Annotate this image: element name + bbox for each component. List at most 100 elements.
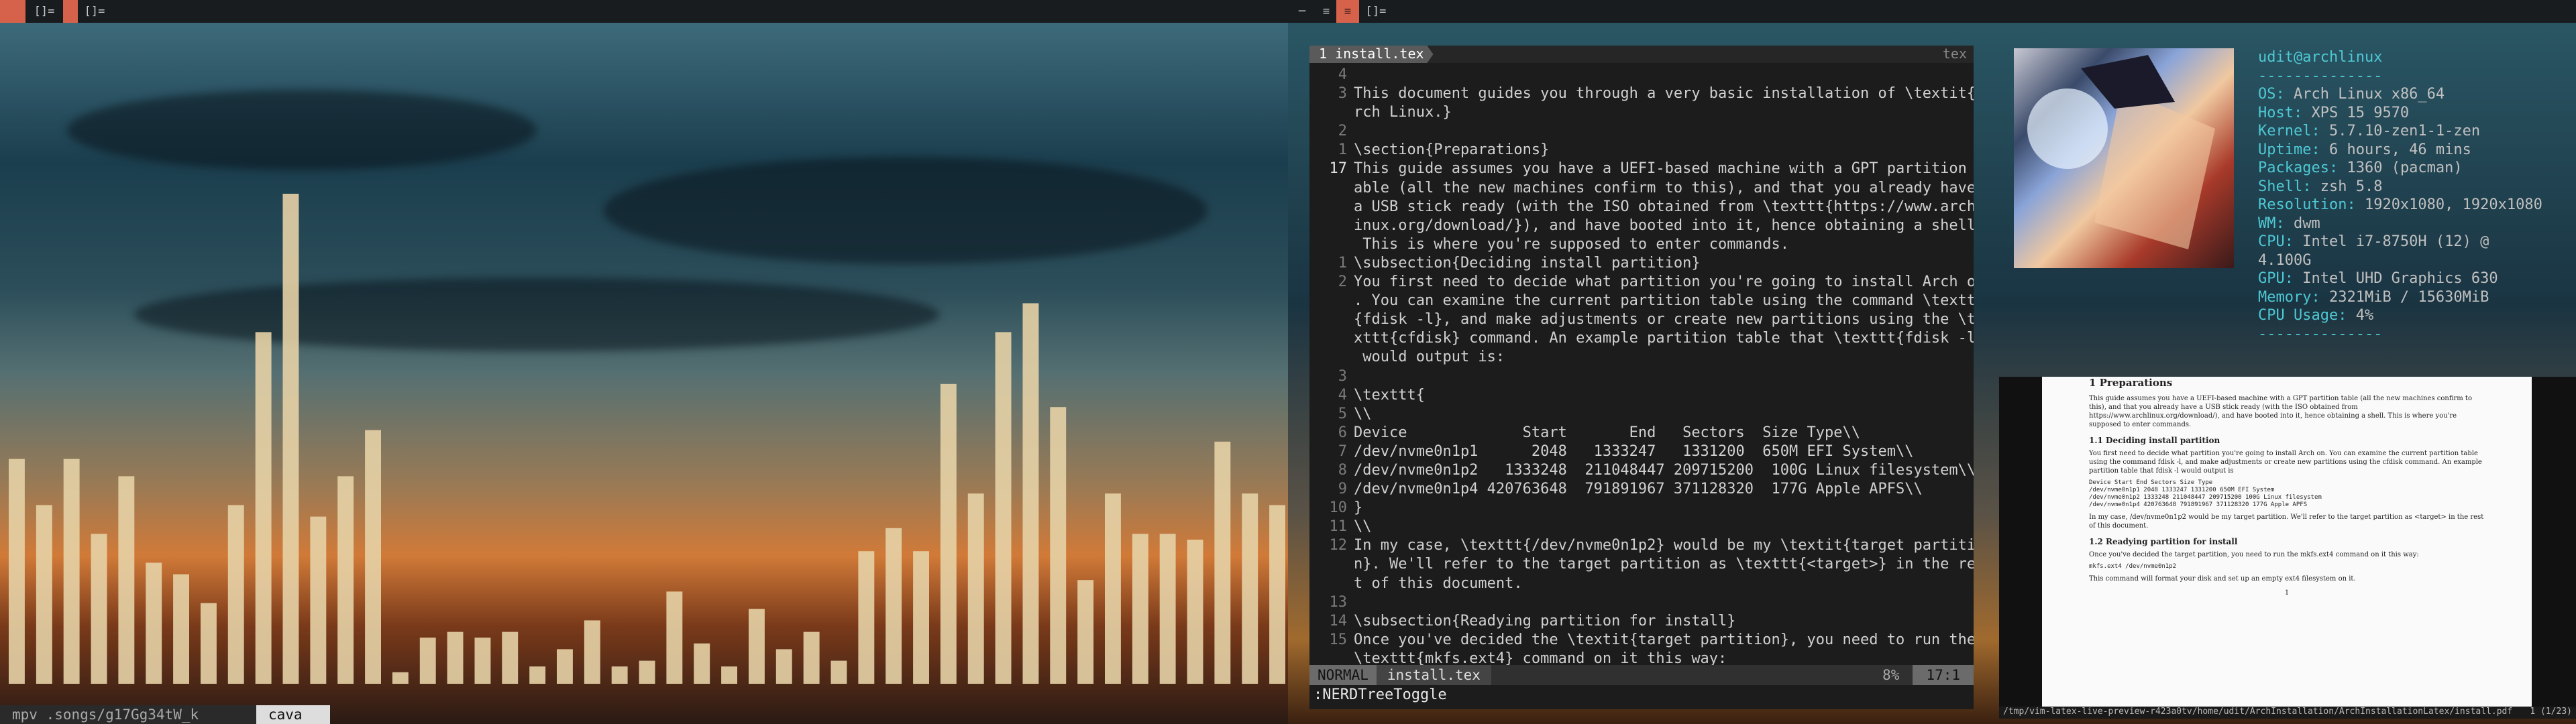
info-key: Shell: xyxy=(2258,178,2312,195)
code-line[interactable]: . You can examine the current partition … xyxy=(1309,292,1974,310)
code-line[interactable]: 2 xyxy=(1309,122,1974,141)
code-line[interactable]: 6 Device Start End Sectors Size Type\\ xyxy=(1309,424,1974,442)
cava-bar xyxy=(721,666,737,684)
cursor-position: 17:1 xyxy=(1913,665,1974,685)
tag-selected[interactable] xyxy=(63,0,78,23)
info-value: zsh 5.8 xyxy=(2320,178,2383,195)
cava-bar xyxy=(118,476,135,684)
code-line[interactable]: 7/dev/nvme0n1p1 2048 1333247 1331200 650… xyxy=(1309,442,1974,461)
cava-bar xyxy=(63,459,80,684)
code-line[interactable]: 9/dev/nvme0n1p4 420763648 791891967 3711… xyxy=(1309,480,1974,499)
info-key: Resolution: xyxy=(2258,196,2356,213)
code-line[interactable]: 2 You first need to decide what partition… xyxy=(1309,273,1974,292)
code-line[interactable]: 4 \texttt{ xyxy=(1309,386,1974,405)
code-line[interactable]: 8/dev/nvme0n1p2 1333248 211048447 209715… xyxy=(1309,461,1974,480)
tag-1[interactable]: ─ xyxy=(1288,0,1316,23)
line-text: xttt{cfdisk} command. An example partiti… xyxy=(1354,330,1974,347)
info-row: Host: XPS 15 9570 xyxy=(2258,104,2551,123)
line-number: 4 xyxy=(1338,66,1347,83)
left-dwm-bar: []= []= xyxy=(0,0,1288,23)
tag-2[interactable]: ≡ xyxy=(1316,0,1336,23)
layout-tile-indicator-2[interactable]: []= xyxy=(78,0,111,23)
line-text: inux.org/download/}), and have booted in… xyxy=(1354,217,1974,234)
code-line[interactable]: 3 This document guides you through a very… xyxy=(1309,84,1974,103)
vim-editor[interactable]: 1 install.tex tex 4 3 This document guides… xyxy=(1309,46,1974,709)
code-line[interactable]: a USB stick ready (with the ISO obtained… xyxy=(1309,198,1974,217)
code-line[interactable]: 1 \subsection{Deciding install partition} xyxy=(1309,254,1974,273)
code-area[interactable]: 4 3 This document guides you through a ver… xyxy=(1309,63,1974,668)
cava-visualizer xyxy=(9,194,1285,684)
line-number: 2 xyxy=(1338,123,1347,140)
info-row: CPU Usage: 4% xyxy=(2258,306,2551,325)
code-line[interactable]: 1 \section{Preparations} xyxy=(1309,141,1974,160)
pdf-code-2: mkfs.ext4 /dev/nvme0n1p2 xyxy=(2089,563,2177,570)
tab-install-tex[interactable]: 1 install.tex xyxy=(1309,46,1434,63)
cava-bar xyxy=(995,332,1012,684)
line-number: 3 xyxy=(1338,367,1347,385)
code-line[interactable]: able (all the new machines confirm to th… xyxy=(1309,179,1974,198)
info-key: CPU Usage: xyxy=(2258,307,2347,324)
layout-tile-indicator-right[interactable]: []= xyxy=(1359,0,1393,23)
line-number: 3 xyxy=(1338,85,1347,103)
line-number xyxy=(1309,292,1354,310)
cava-bar xyxy=(310,516,327,684)
line-text: /dev/nvme0n1p2 1333248 211048447 2097152… xyxy=(1354,461,1974,479)
info-value: 5.7.10-zen1-1-zen xyxy=(2328,123,2481,139)
info-row: CPU: Intel i7-8750H (12) @ 4.100G xyxy=(2258,233,2551,269)
code-line[interactable]: 11 \\ xyxy=(1309,518,1974,536)
cava-bar xyxy=(1214,441,1231,684)
line-text xyxy=(1354,593,1974,612)
info-row: Resolution: 1920x1080, 1920x1080 xyxy=(2258,196,2551,215)
mpv-task[interactable]: mpv .songs/g17Gg34tW_k xyxy=(0,705,256,724)
info-row: Packages: 1360 (pacman) xyxy=(2258,159,2551,178)
line-text: would output is: xyxy=(1354,349,1505,366)
code-line[interactable]: {fdisk -l}, and make adjustments or crea… xyxy=(1309,310,1974,329)
code-line[interactable]: n}. We'll refer to the target partition … xyxy=(1309,555,1974,574)
code-line[interactable]: 12 In my case, \texttt{/dev/nvme0n1p2} wo… xyxy=(1309,536,1974,555)
cava-task[interactable]: cava xyxy=(256,705,330,724)
pdf-viewer[interactable]: 1 Preparations This guide assumes you ha… xyxy=(1999,377,2576,719)
code-line[interactable]: inux.org/download/}), and have booted in… xyxy=(1309,217,1974,235)
line-text: \subsection{Readying partition for insta… xyxy=(1354,612,1736,629)
pdf-statusbar: /tmp/vim-latex-live-preview-r423a0tv/hom… xyxy=(1999,707,2576,719)
layout-menu-icon[interactable] xyxy=(0,0,25,23)
pdf-path: /tmp/vim-latex-live-preview-r423a0tv/hom… xyxy=(2003,707,2513,717)
line-text: . You can examine the current partition … xyxy=(1354,292,1974,310)
cava-bar xyxy=(803,631,820,684)
line-number: 15 xyxy=(1329,631,1348,648)
line-text: \section{Preparations} xyxy=(1354,141,1550,159)
line-number: 4 xyxy=(1338,386,1347,404)
code-line[interactable]: would output is: xyxy=(1309,348,1974,367)
code-line[interactable]: t of this document. xyxy=(1309,575,1974,593)
cava-bar xyxy=(529,666,546,684)
cava-bar xyxy=(1159,534,1176,684)
code-line[interactable]: rch Linux.} xyxy=(1309,103,1974,122)
code-line[interactable]: 17 This guide assumes you have a UEFI-bas… xyxy=(1309,160,1974,178)
line-number: 2 xyxy=(1338,274,1347,291)
code-line[interactable]: 10} xyxy=(1309,499,1974,518)
info-key: Packages: xyxy=(2258,160,2339,176)
code-line[interactable]: 3 xyxy=(1309,367,1974,386)
cava-bar xyxy=(91,534,107,684)
code-line[interactable]: 15 Once you've decided the \textit{target… xyxy=(1309,631,1974,650)
command-line[interactable]: :NERDTreeToggle xyxy=(1309,686,1447,707)
code-line[interactable]: 5 \\ xyxy=(1309,405,1974,424)
anime-art-image xyxy=(2014,48,2234,268)
layout-tile-indicator[interactable]: []= xyxy=(25,0,63,23)
line-text xyxy=(1354,66,1974,84)
code-line[interactable]: This is where you're supposed to enter c… xyxy=(1309,235,1974,254)
line-number xyxy=(1309,235,1354,254)
info-key: Kernel: xyxy=(2258,123,2320,139)
line-number: 6 xyxy=(1338,424,1347,441)
line-number xyxy=(1309,217,1354,235)
info-value: Intel UHD Graphics 630 xyxy=(2302,270,2498,287)
line-text: This guide assumes you have a UEFI-based… xyxy=(1354,160,1974,178)
code-line[interactable]: 4 xyxy=(1309,66,1974,84)
code-line[interactable]: 14 \subsection{Readying partition for ins… xyxy=(1309,612,1974,631)
separator-bottom: -------------- xyxy=(2258,325,2383,343)
tag-selected-right[interactable]: ≡ xyxy=(1336,0,1359,23)
info-value: 1360 (pacman) xyxy=(2347,160,2463,176)
line-number: 7 xyxy=(1338,442,1347,460)
code-line[interactable]: xttt{cfdisk} command. An example partiti… xyxy=(1309,329,1974,348)
code-line[interactable]: 13 xyxy=(1309,593,1974,612)
